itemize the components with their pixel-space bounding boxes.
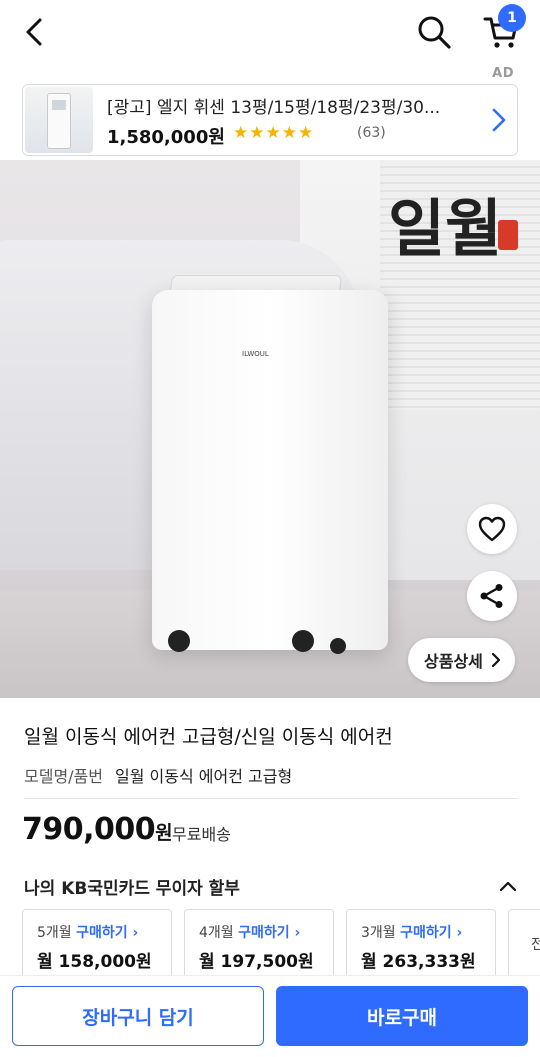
plan-buy-link[interactable]: 구매하기 › bbox=[76, 925, 138, 941]
divider bbox=[24, 798, 518, 799]
model-info: 모델명/품번 일월 이동식 에어컨 고급형 bbox=[24, 763, 292, 787]
ad-price: 1,580,000원 bbox=[107, 127, 225, 148]
ad-review-count: (63) bbox=[357, 125, 386, 141]
add-to-cart-button[interactable]: 장바구니 담기 bbox=[12, 986, 264, 1046]
cart-button[interactable]: 1 bbox=[478, 4, 526, 54]
back-button[interactable] bbox=[14, 12, 54, 52]
chevron-right-icon bbox=[491, 652, 500, 668]
air-conditioner bbox=[152, 290, 388, 650]
plan-buy-link[interactable]: 구매하기 › bbox=[400, 925, 462, 941]
search-button[interactable] bbox=[412, 10, 456, 54]
wishlist-button[interactable] bbox=[467, 504, 517, 554]
share-button[interactable] bbox=[467, 571, 517, 621]
product-title: 일월 이동식 에어컨 고급형/신일 이동식 에어컨 bbox=[24, 726, 393, 748]
installment-plans: 5개월 구매하기 › 월 158,000원 4개월 구매하기 › 월 197,5… bbox=[22, 909, 540, 975]
plan-monthly: 월 263,333원 bbox=[361, 952, 476, 972]
ad-label: AD bbox=[492, 66, 514, 81]
plan-monthly: 월 197,500원 bbox=[199, 952, 314, 972]
installment-plan-card[interactable]: 4개월 구매하기 › 월 197,500원 bbox=[184, 909, 334, 975]
model-value: 일월 이동식 에어컨 고급형 bbox=[115, 767, 293, 786]
top-bar: 1 bbox=[0, 0, 540, 64]
installment-plan-card[interactable]: 5개월 구매하기 › 월 158,000원 bbox=[22, 909, 172, 975]
cart-count-badge: 1 bbox=[498, 4, 526, 32]
product-price: 790,000원 bbox=[22, 812, 173, 847]
plan-months: 5개월 bbox=[37, 925, 72, 941]
product-detail-label: 상품상세 bbox=[424, 652, 483, 671]
brand-logo: 일월 bbox=[388, 192, 518, 265]
share-icon bbox=[480, 584, 503, 608]
installment-title: 나의 KB국민카드 무이자 할부 bbox=[24, 879, 240, 899]
star-rating-icon: ★★★★★ bbox=[233, 123, 315, 143]
shipping-info: 무료배송 bbox=[172, 825, 231, 844]
plan-months: 3개월 bbox=[361, 925, 396, 941]
search-icon bbox=[418, 16, 451, 49]
model-label: 모델명/품번 bbox=[24, 767, 103, 786]
installment-plan-card[interactable]: 전 bbox=[508, 909, 540, 975]
product-detail-button[interactable]: 상품상세 bbox=[408, 638, 515, 682]
ad-thumbnail bbox=[25, 87, 93, 153]
price-unit: 원 bbox=[155, 822, 173, 844]
brand-text: 일월 bbox=[388, 192, 502, 265]
chevron-left-icon bbox=[26, 18, 42, 46]
bottom-action-bar: 장바구니 담기 바로구매 bbox=[0, 975, 540, 1057]
chevron-right-icon bbox=[487, 105, 511, 135]
collapse-toggle[interactable] bbox=[496, 876, 520, 896]
buy-now-button[interactable]: 바로구매 bbox=[276, 986, 528, 1046]
plan-buy-link[interactable]: 구매하기 › bbox=[238, 925, 300, 941]
heart-icon bbox=[478, 516, 506, 542]
ad-banner[interactable]: [광고] 엘지 휘센 13평/15평/18평/23평/30... 1,580,0… bbox=[22, 84, 518, 156]
chevron-up-icon bbox=[499, 881, 517, 892]
plan-months: 전 bbox=[531, 937, 540, 953]
product-image[interactable]: ILWOUL 일월 상품상세 bbox=[0, 160, 540, 698]
ad-title: [광고] 엘지 휘센 13평/15평/18평/23평/30... bbox=[107, 98, 441, 118]
plan-monthly: 월 158,000원 bbox=[37, 952, 152, 972]
price-number: 790,000 bbox=[22, 812, 156, 847]
plan-months: 4개월 bbox=[199, 925, 234, 941]
installment-plan-card[interactable]: 3개월 구매하기 › 월 263,333원 bbox=[346, 909, 496, 975]
